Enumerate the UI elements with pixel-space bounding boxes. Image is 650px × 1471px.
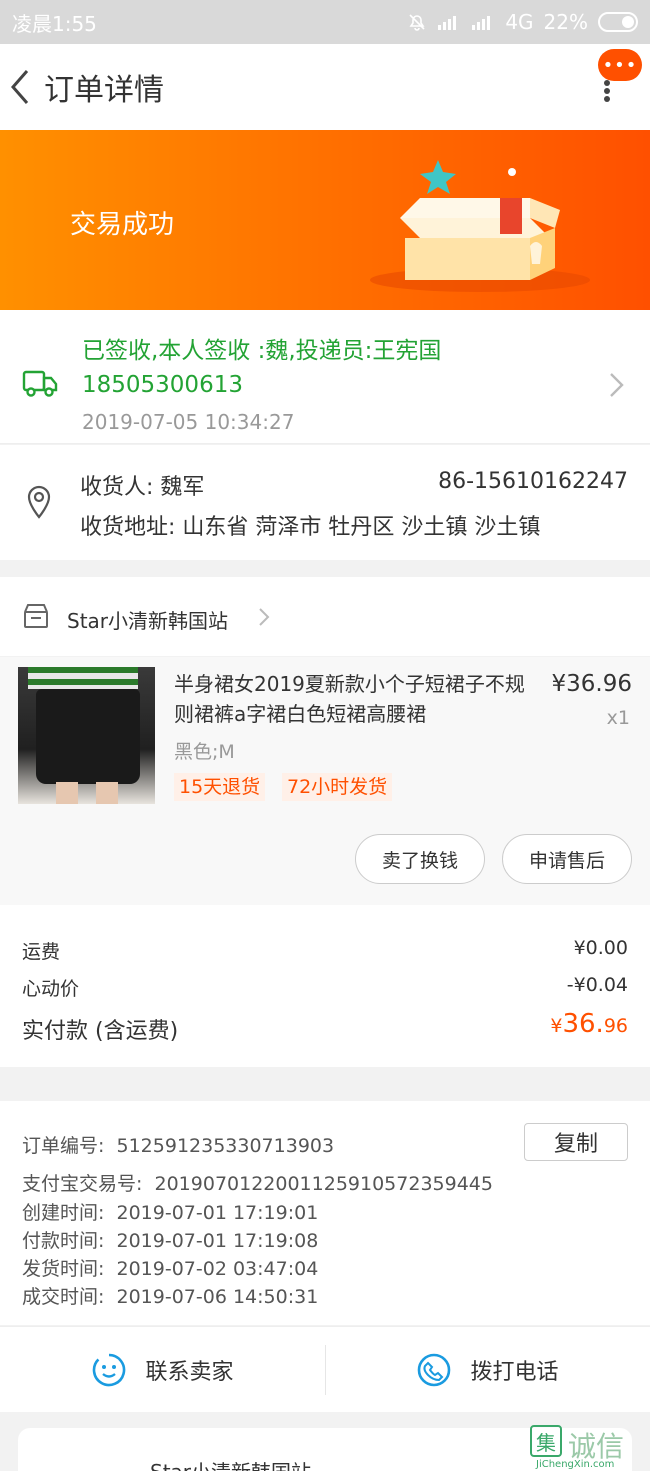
paid-currency: ¥ <box>550 1015 563 1037</box>
watermark-url: JiChengXin.com <box>536 1459 615 1470</box>
call-phone-button[interactable]: 拨打电话 <box>325 1327 650 1413</box>
discount-row: 心动价 -¥0.04 <box>22 974 628 1001</box>
paid-row: 实付款 (含运费) ¥36.96 <box>22 1009 628 1045</box>
location-pin-icon <box>27 485 51 519</box>
info-label: 付款时间: <box>22 1230 105 1252</box>
status-time: 凌晨1:55 <box>12 11 97 36</box>
chat-face-icon <box>93 1353 126 1387</box>
paid-time-row: 付款时间: 2019-07-01 17:19:08 <box>22 1226 318 1253</box>
paid-decimal: 96 <box>603 1015 628 1037</box>
chevron-right-icon <box>610 373 624 397</box>
recipient-name: 收货人: 魏军 <box>80 475 205 500</box>
product-price: ¥36.96 <box>551 671 632 697</box>
nav-bar: 订单详情 ••• <box>0 44 650 130</box>
chevron-left-icon <box>11 70 29 104</box>
alipay-number-row: 支付宝交易号: 2019070122001125910572359445 <box>22 1169 493 1196</box>
paid-label: 实付款 (含运费) <box>22 1019 179 1044</box>
after-sales-button[interactable]: 申请售后 <box>502 834 632 884</box>
tag-return-policy: 15天退货 <box>174 773 266 801</box>
status-banner: 交易成功 <box>0 130 650 310</box>
signal-icon-2 <box>472 16 491 30</box>
watermark-box: 集 <box>530 1425 562 1457</box>
info-label: 发货时间: <box>22 1258 105 1280</box>
info-value: 2019-07-01 17:19:01 <box>116 1202 319 1224</box>
info-value: 2019-07-02 03:47:04 <box>116 1258 319 1280</box>
product-sku: 黑色;M <box>174 741 235 763</box>
info-label: 支付宝交易号: <box>22 1173 143 1195</box>
battery-icon <box>598 12 638 32</box>
network-type: 4G <box>505 10 534 34</box>
shipping-fee-row: 运费 ¥0.00 <box>22 937 628 964</box>
shop-header[interactable]: Star小清新韩国站 <box>0 577 650 657</box>
status-right: 4G 22% <box>407 10 638 34</box>
address-card: 收货人: 魏军 86-15610162247 收货地址: 山东省 菏泽市 牡丹区… <box>0 445 650 560</box>
recipient-phone: 86-15610162247 <box>438 469 628 494</box>
recipient-address: 收货地址: 山东省 菏泽市 牡丹区 沙土镇 沙土镇 <box>80 515 541 540</box>
fee-summary: 运费 ¥0.00 心动价 -¥0.04 实付款 (含运费) ¥36.96 <box>0 905 650 1067</box>
store-icon <box>24 604 48 628</box>
mute-icon <box>409 14 425 31</box>
status-bar: 凌晨1:55 4G 22% <box>0 0 650 44</box>
shipping-fee-value: ¥0.00 <box>573 937 628 959</box>
info-value: 512591235330713903 <box>116 1135 335 1157</box>
chevron-right-icon <box>259 608 270 626</box>
product-image[interactable] <box>18 667 155 804</box>
product-quantity: x1 <box>606 707 630 729</box>
footer-shop-name: Star小清新韩国站 <box>150 1456 311 1471</box>
package-illustration <box>370 160 590 292</box>
contact-seller-label: 联系卖家 <box>145 1360 234 1385</box>
message-badge[interactable]: ••• <box>598 49 642 81</box>
trade-status: 交易成功 <box>70 210 175 240</box>
info-label: 成交时间: <box>22 1286 105 1308</box>
order-item: 半身裙女2019夏新款小个子短裙子不规则裙裤a字裙白色短裙高腰裙 ¥36.96 … <box>0 657 650 905</box>
discount-label: 心动价 <box>22 978 80 1000</box>
info-value: 2019070122001125910572359445 <box>154 1173 493 1195</box>
paid-amount: ¥36.96 <box>550 1009 628 1039</box>
more-menu-button[interactable] <box>602 78 612 102</box>
product-title[interactable]: 半身裙女2019夏新款小个子短裙子不规则裙裤a字裙白色短裙高腰裙 <box>174 669 534 729</box>
info-label: 订单编号: <box>22 1135 105 1157</box>
logistics-card[interactable]: 已签收,本人签收 :魏,投递员:王宪国 18505300613 2019-07-… <box>0 310 650 444</box>
discount-value: -¥0.04 <box>566 974 628 996</box>
phone-icon <box>418 1353 451 1387</box>
copy-button[interactable]: 复制 <box>524 1123 628 1161</box>
battery-percent: 22% <box>543 10 588 34</box>
order-number-row: 订单编号: 512591235330713903 <box>22 1131 334 1158</box>
page-title: 订单详情 <box>44 73 164 108</box>
back-button[interactable] <box>0 44 40 130</box>
created-time-row: 创建时间: 2019-07-01 17:19:01 <box>22 1198 318 1225</box>
paid-integer: 36. <box>562 1009 604 1039</box>
call-phone-label: 拨打电话 <box>470 1360 559 1385</box>
tag-shipping-promise: 72小时发货 <box>282 773 393 801</box>
logistics-message: 已签收,本人签收 :魏,投递员:王宪国 18505300613 <box>82 338 442 398</box>
action-bar: 联系卖家 拨打电话 <box>0 1326 650 1412</box>
shipping-fee-label: 运费 <box>22 941 61 963</box>
shipped-time-row: 发货时间: 2019-07-02 03:47:04 <box>22 1254 318 1281</box>
shop-name: Star小清新韩国站 <box>67 609 229 633</box>
order-info: 复制 订单编号: 512591235330713903 支付宝交易号: 2019… <box>0 1101 650 1325</box>
contact-seller-button[interactable]: 联系卖家 <box>0 1327 325 1413</box>
info-value: 2019-07-06 14:50:31 <box>116 1286 319 1308</box>
info-value: 2019-07-01 17:19:08 <box>116 1230 319 1252</box>
logistics-time: 2019-07-05 10:34:27 <box>82 410 295 434</box>
resell-button[interactable]: 卖了换钱 <box>355 834 485 884</box>
signal-icon <box>438 16 457 30</box>
truck-icon <box>22 370 58 397</box>
watermark-logo: 集 诚信 JiChengXin.com <box>530 1425 648 1470</box>
info-label: 创建时间: <box>22 1202 105 1224</box>
completed-time-row: 成交时间: 2019-07-06 14:50:31 <box>22 1282 318 1309</box>
